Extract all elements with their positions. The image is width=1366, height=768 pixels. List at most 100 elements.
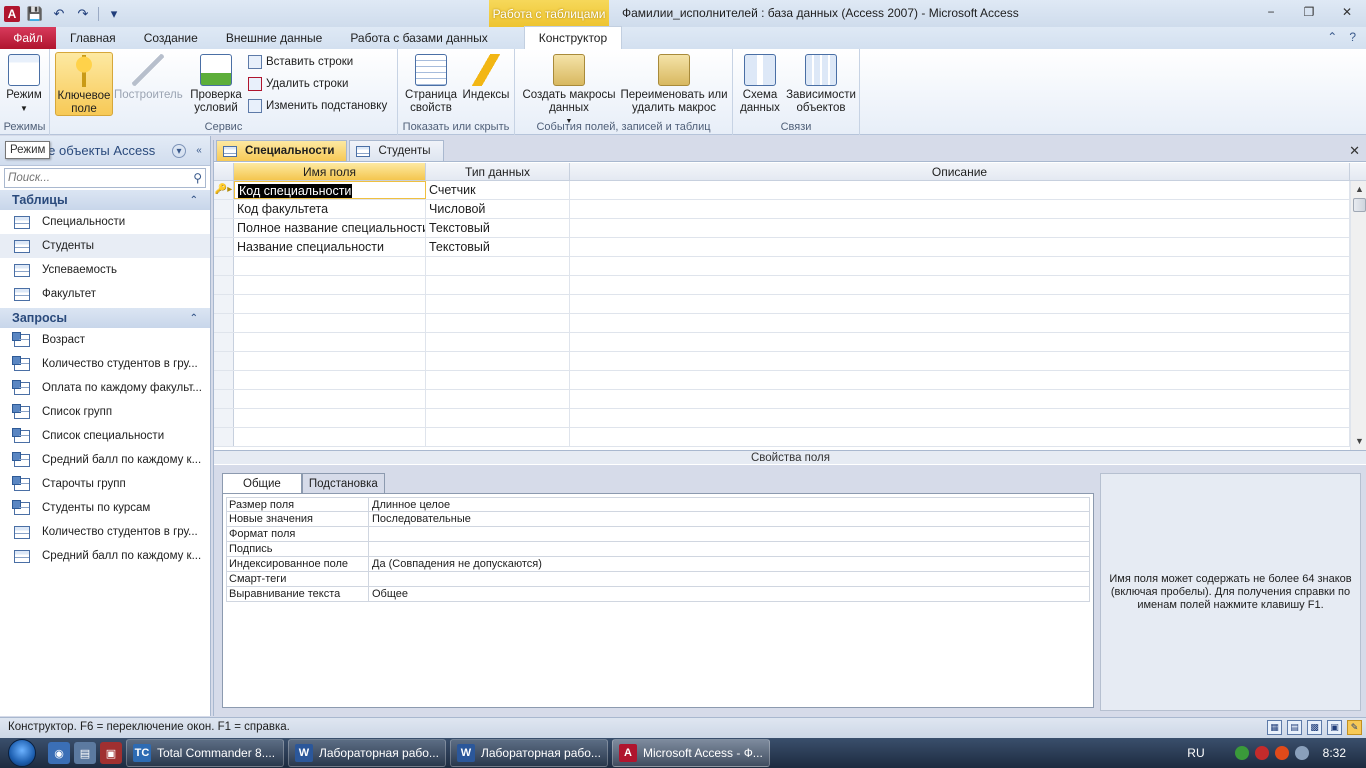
grid-vertical-scrollbar[interactable]: ▲ ▼ [1350,181,1366,450]
field-name-cell[interactable] [234,276,426,294]
list-item[interactable]: Количество студентов в гру... [0,520,210,544]
list-item[interactable]: Возраст [0,328,210,352]
row-selector[interactable] [214,409,234,427]
object-dependencies-button[interactable]: Зависимости объектов [785,52,857,116]
clock[interactable]: 8:32 [1323,746,1346,760]
data-type-cell[interactable] [426,352,570,370]
list-item[interactable]: Старочты групп [0,472,210,496]
undo-icon[interactable]: ↶ [50,5,68,23]
description-cell[interactable] [570,219,1350,237]
collapse-chevron-icon[interactable]: ⌃ [190,313,198,324]
description-cell[interactable] [570,238,1350,256]
primary-key-button[interactable]: Ключевое поле [55,52,113,116]
builder-button[interactable]: Построитель [114,52,183,116]
field-name-cell[interactable] [234,295,426,313]
ribbon-minimize-icon[interactable]: ⌃ [1327,30,1337,44]
table-row[interactable]: 🔑▸ Код специальности Счетчик [214,181,1366,200]
row-selector[interactable] [214,238,234,256]
test-rules-button[interactable]: Проверка условий [184,52,248,116]
close-window-button[interactable]: ✕ [1328,0,1366,24]
list-item[interactable]: Количество студентов в гру... [0,352,210,376]
col-header-data-type[interactable]: Тип данных [426,163,570,180]
table-row[interactable] [214,371,1366,390]
scroll-down-icon[interactable]: ▼ [1351,433,1366,450]
property-row[interactable]: Подпись [226,542,1090,557]
data-type-cell[interactable]: Текстовый [426,238,570,256]
save-icon[interactable]: 💾 [26,5,44,23]
description-cell[interactable] [570,390,1350,408]
description-cell[interactable] [570,200,1350,218]
col-header-description[interactable]: Описание [570,163,1350,180]
restore-button[interactable]: ❐ [1290,0,1328,24]
row-selector[interactable] [214,314,234,332]
table-row[interactable]: Полное название специальности Текстовый [214,219,1366,238]
pivot-table-view-icon[interactable]: ▤ [1287,720,1302,735]
field-name-cell[interactable]: Название специальности [234,238,426,256]
description-cell[interactable] [570,181,1350,199]
nav-title[interactable]: Все объекты Access [33,143,155,158]
pivot-chart-view-icon[interactable]: ▩ [1307,720,1322,735]
field-name-cell[interactable] [234,257,426,275]
tab-general[interactable]: Общие [222,473,302,494]
property-value[interactable]: Да (Совпадения не допускаются) [369,557,1090,571]
property-row[interactable]: Новые значения Последовательные [226,512,1090,527]
table-row[interactable]: Код факультета Числовой [214,200,1366,219]
data-type-cell[interactable]: Счетчик [426,181,570,199]
description-cell[interactable] [570,428,1350,446]
table-row[interactable] [214,295,1366,314]
nav-section-tables[interactable]: Таблицы ⌃ [0,190,210,210]
nav-search-input[interactable] [5,172,175,184]
list-item[interactable]: Студенты по курсам [0,496,210,520]
field-name-cell[interactable] [234,314,426,332]
table-row[interactable] [214,333,1366,352]
taskbar-task[interactable]: TC Total Commander 8.... [126,739,284,767]
row-selector[interactable] [214,352,234,370]
scroll-up-icon[interactable]: ▲ [1351,181,1366,198]
relationships-button[interactable]: Схема данных [735,52,785,116]
property-value[interactable]: Общее [369,587,1090,601]
property-row[interactable]: Смарт-теги [226,572,1090,587]
description-cell[interactable] [570,314,1350,332]
row-selector[interactable] [214,371,234,389]
data-type-cell[interactable] [426,390,570,408]
data-type-cell[interactable] [426,314,570,332]
property-value[interactable] [369,572,1090,586]
tab-external-data[interactable]: Внешние данные [212,27,337,49]
row-selector[interactable] [214,390,234,408]
table-row[interactable] [214,390,1366,409]
field-name-cell[interactable]: Код специальности [234,181,426,199]
data-type-cell[interactable] [426,409,570,427]
list-item[interactable]: Успеваемость [0,258,210,282]
field-name-cell[interactable] [234,390,426,408]
indexes-button[interactable]: Индексы [458,52,514,116]
table-row[interactable] [214,276,1366,295]
modify-lookup-button[interactable]: Изменить подстановку [248,96,387,116]
property-row[interactable]: Размер поля Длинное целое [226,497,1090,512]
tab-home[interactable]: Главная [56,27,130,49]
alert-icon[interactable] [1274,746,1289,760]
list-item[interactable]: Студенты [0,234,210,258]
search-icon[interactable]: ⚲ [193,171,202,185]
datasheet-view-icon[interactable]: ▦ [1267,720,1282,735]
property-row[interactable]: Выравнивание текста Общее [226,587,1090,602]
field-name-cell[interactable]: Код факультета [234,200,426,218]
list-item[interactable]: Оплата по каждому факульт... [0,376,210,400]
nav-section-queries[interactable]: Запросы ⌃ [0,308,210,328]
row-selector[interactable] [214,219,234,237]
create-data-macros-button[interactable]: Создать макросы данных ▼ [519,52,619,125]
language-indicator[interactable]: RU [1187,746,1204,760]
list-item[interactable]: Список групп [0,400,210,424]
doc-tab-specialties[interactable]: Специальности [216,140,348,161]
field-name-cell[interactable] [234,333,426,351]
view-mode-button[interactable]: Режим ▼ [0,52,48,116]
field-name-cell[interactable]: Полное название специальности [234,219,426,237]
explorer-quicklaunch-icon[interactable]: ◉ [48,742,70,764]
qat-customize-icon[interactable]: ▾ [105,5,123,23]
property-value[interactable] [369,527,1090,541]
data-type-cell[interactable]: Числовой [426,200,570,218]
insert-rows-button[interactable]: Вставить строки [248,52,353,72]
property-value[interactable] [369,542,1090,556]
nav-menu-chevron-icon[interactable]: ▾ [172,144,186,158]
row-selector[interactable] [214,333,234,351]
col-header-field-name[interactable]: Имя поля [234,163,426,180]
